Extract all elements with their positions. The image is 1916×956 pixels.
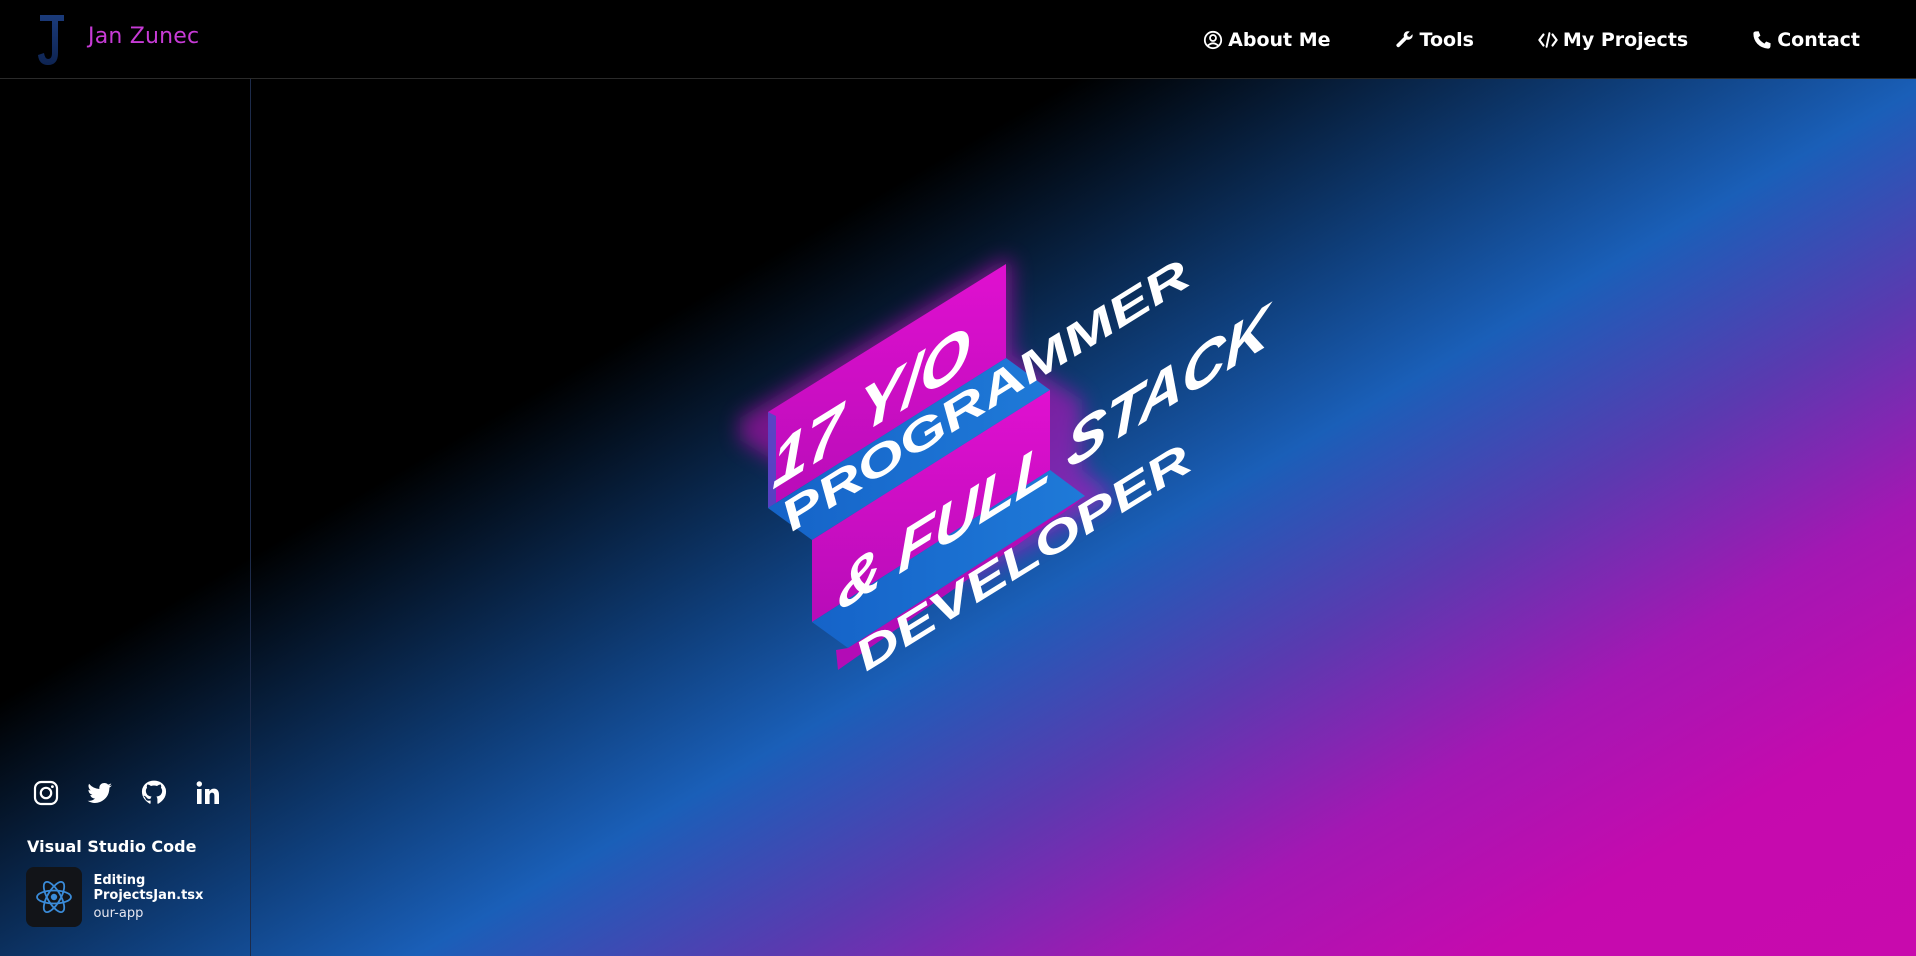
github-icon[interactable]	[140, 779, 168, 807]
hero-banner: 17 Y/O PROGRAMMER & FULL STACK DEVELOPER	[720, 140, 1340, 700]
instagram-icon[interactable]	[32, 779, 60, 807]
nav-tools[interactable]: Tools	[1395, 29, 1474, 51]
nav-tools-label: Tools	[1419, 28, 1474, 51]
hero-stairs-graphic: 17 Y/O PROGRAMMER & FULL STACK DEVELOPER	[740, 251, 1273, 680]
react-icon	[26, 867, 83, 927]
activity-details: Editing ProjectsJan.tsx	[93, 873, 204, 903]
social-links	[32, 779, 222, 807]
activity-state: our-app	[93, 906, 144, 921]
linkedin-icon[interactable]	[194, 779, 222, 807]
nav-contact[interactable]: Contact	[1752, 29, 1860, 51]
nav-contact-label: Contact	[1777, 28, 1860, 51]
activity-card: Editing ProjectsJan.tsx our-app	[26, 867, 250, 927]
nav-my-projects[interactable]: My Projects	[1538, 29, 1688, 51]
top-navbar: Jan Zunec About Me Tools My Projects Con…	[0, 0, 1916, 79]
twitter-icon[interactable]	[86, 779, 114, 807]
nav-about-me-label: About Me	[1228, 28, 1331, 51]
brand-name[interactable]: Jan Zunec	[88, 24, 199, 49]
sidebar: Visual Studio Code Editing ProjectsJan.t…	[0, 79, 251, 956]
main-nav: About Me Tools My Projects Contact	[1139, 0, 1860, 79]
wrench-icon	[1395, 30, 1413, 47]
nav-my-projects-label: My Projects	[1562, 28, 1689, 51]
user-circle-icon	[1204, 30, 1223, 49]
activity-app-name: Visual Studio Code	[27, 837, 197, 856]
logo-j-icon[interactable]	[36, 13, 66, 67]
code-icon	[1538, 31, 1558, 48]
nav-about-me[interactable]: About Me	[1203, 28, 1331, 51]
phone-icon	[1753, 30, 1771, 49]
